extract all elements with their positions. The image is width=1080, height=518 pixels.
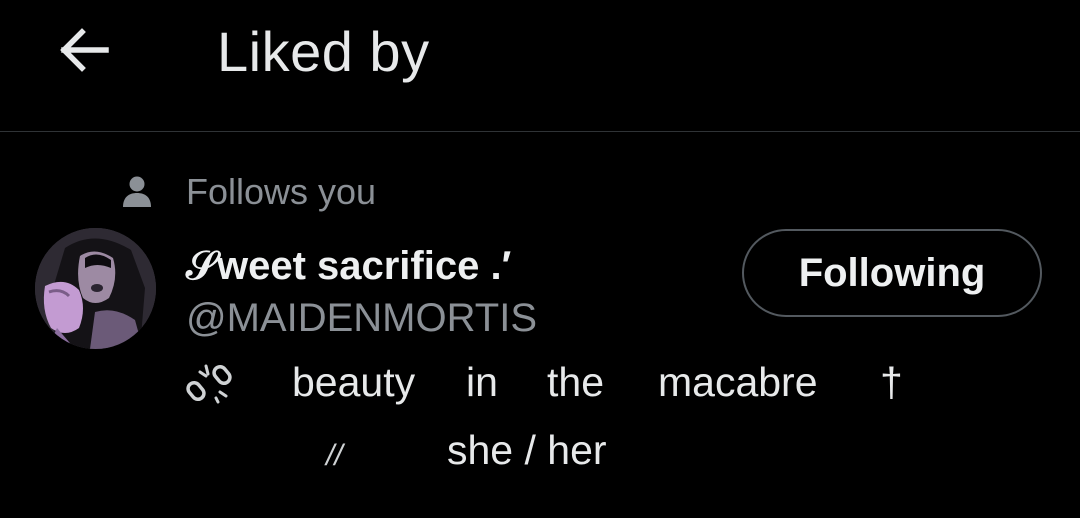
avatar-image (35, 228, 156, 349)
user-handle[interactable]: @MAIDENMORTIS (186, 294, 537, 342)
back-button[interactable] (54, 22, 114, 78)
follows-you-label: Follows you (186, 171, 377, 212)
display-name[interactable]: 𝒮weet sacrifice .′ (186, 242, 511, 290)
bio-slashes: // (326, 439, 343, 472)
bio-word: † (880, 359, 903, 405)
liked-by-screen: Liked by Follows you 𝒮weet sacrifice .′ … (0, 0, 1080, 518)
page-title: Liked by (217, 20, 430, 83)
avatar[interactable] (35, 228, 156, 349)
person-icon (123, 176, 151, 207)
bio-word: beauty (292, 359, 416, 405)
top-bar: Liked by (0, 0, 1080, 132)
bio-word: in (466, 359, 498, 405)
following-button[interactable]: Following (742, 229, 1042, 317)
arrow-left-icon (60, 28, 109, 72)
bio-word: the (547, 359, 604, 405)
bio-word: macabre (658, 359, 818, 405)
bio-pronouns: she / her (447, 427, 607, 473)
follows-you-indicator: Follows you (122, 170, 376, 214)
user-cell[interactable]: Follows you 𝒮weet sacrifice .′ @MAIDENMO… (0, 132, 1080, 518)
broken-chain-icon (186, 364, 232, 404)
